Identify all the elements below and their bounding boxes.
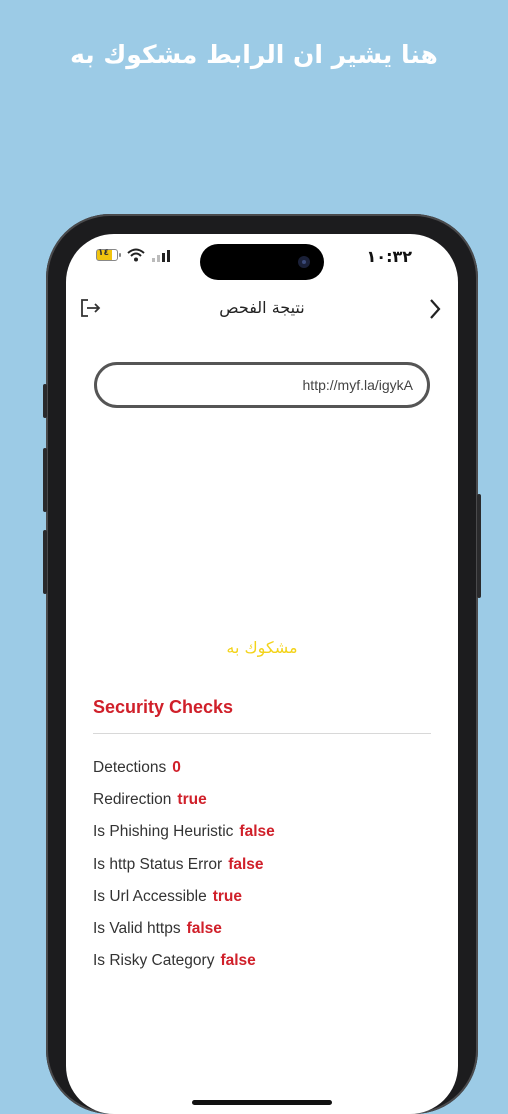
status-time: ١٠:٣٢	[366, 247, 412, 266]
check-value: false	[239, 823, 275, 841]
check-row-url-accessible: Is Url Accessible true	[93, 888, 275, 920]
cellular-signal-icon	[152, 250, 170, 262]
camera-icon	[298, 256, 310, 268]
check-value: 0	[172, 759, 181, 776]
check-label: Is Risky Category	[93, 952, 215, 970]
check-label: Redirection	[93, 791, 172, 809]
check-value: false	[186, 919, 222, 937]
chevron-right-icon[interactable]	[428, 298, 442, 320]
check-value: false	[228, 855, 264, 873]
check-label: Is Phishing Heuristic	[93, 823, 234, 841]
promo-banner-text: هنا يشير ان الرابط مشكوك به	[70, 40, 438, 69]
phone-volume-down	[43, 530, 47, 594]
phone-mute-switch	[43, 384, 47, 418]
check-label: Is Url Accessible	[93, 887, 207, 905]
check-row-valid-https: Is Valid https false	[93, 920, 275, 952]
page-title: نتيجة الفحص	[219, 298, 305, 317]
check-label: Is http Status Error	[93, 855, 223, 873]
check-row-risky-category: Is Risky Category false	[93, 952, 275, 984]
verdict-label: مشكوك به	[226, 638, 298, 657]
battery-icon: ١٤	[96, 248, 121, 261]
check-row-redirection: Redirection true	[93, 791, 275, 823]
check-row-http-status-error: Is http Status Error false	[93, 856, 275, 888]
url-display-field[interactable]: http://myf.la/igykA	[94, 362, 430, 408]
app-screen: ١٤ ١٠:٣٢ نتيجة الفحص http://myf.la/igykA…	[66, 234, 458, 1114]
check-row-detections: Detections 0	[93, 759, 275, 791]
home-indicator[interactable]	[192, 1100, 332, 1105]
section-divider	[93, 733, 431, 734]
check-value: false	[220, 952, 256, 970]
battery-level: ١٤	[98, 248, 109, 258]
check-label: Is Valid https	[93, 919, 181, 937]
phone-volume-up	[43, 448, 47, 512]
url-value: http://myf.la/igykA	[302, 377, 413, 393]
check-value: true	[212, 887, 242, 905]
security-checks-title: Security Checks	[93, 697, 234, 717]
check-value: true	[177, 791, 207, 809]
wifi-icon	[127, 248, 145, 262]
check-row-phishing-heuristic: Is Phishing Heuristic false	[93, 823, 275, 855]
phone-power-button	[477, 494, 481, 598]
dynamic-island	[200, 244, 324, 280]
security-checks-list: Detections 0 Redirection true Is Phishing …	[93, 759, 275, 984]
check-label: Detections	[93, 759, 167, 776]
